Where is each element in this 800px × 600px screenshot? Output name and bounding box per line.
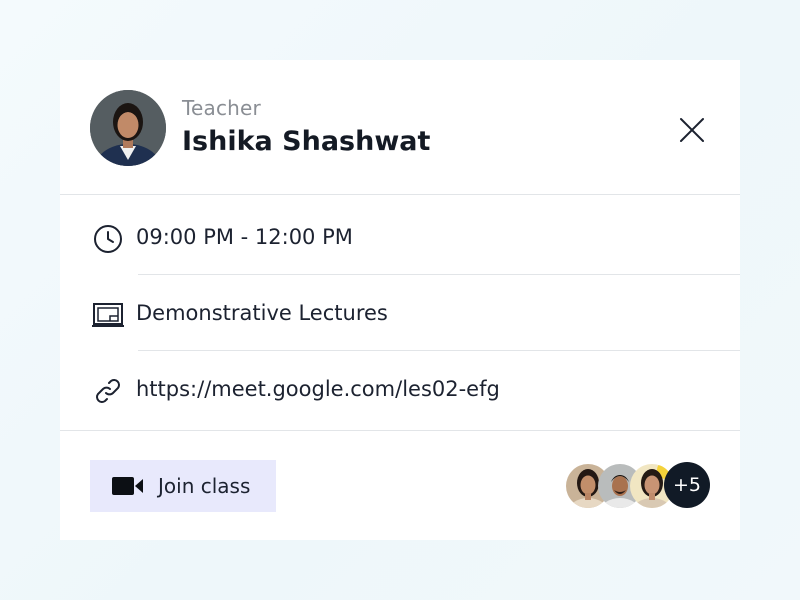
class-time: 09:00 PM - 12:00 PM <box>136 225 353 249</box>
teacher-avatar <box>90 90 166 166</box>
meeting-link-row: https://meet.google.com/les02-efg <box>60 352 740 428</box>
clock-icon <box>90 224 126 254</box>
video-camera-icon <box>112 477 143 495</box>
teacher-role: Teacher <box>182 96 261 120</box>
more-participants-badge[interactable]: +5 <box>664 462 710 508</box>
time-row: 09:00 PM - 12:00 PM <box>60 200 740 276</box>
class-type-row: Demonstrative Lectures <box>60 276 740 352</box>
meeting-link[interactable]: https://meet.google.com/les02-efg <box>136 377 500 401</box>
divider <box>138 274 740 275</box>
link-icon <box>90 376 126 406</box>
close-button[interactable] <box>674 112 710 148</box>
participants-group[interactable]: +5 <box>566 462 710 510</box>
divider <box>60 430 740 431</box>
join-class-label: Join class <box>158 474 251 498</box>
divider <box>138 350 740 351</box>
class-type: Demonstrative Lectures <box>136 301 388 325</box>
join-class-button[interactable]: Join class <box>90 460 276 512</box>
card-header: Teacher Ishika Shashwat <box>60 60 740 195</box>
board-icon <box>90 300 126 330</box>
teacher-name: Ishika Shashwat <box>182 126 431 157</box>
close-icon <box>680 118 704 142</box>
class-details-card: Teacher Ishika Shashwat 09:00 PM - 12:00… <box>60 60 740 540</box>
